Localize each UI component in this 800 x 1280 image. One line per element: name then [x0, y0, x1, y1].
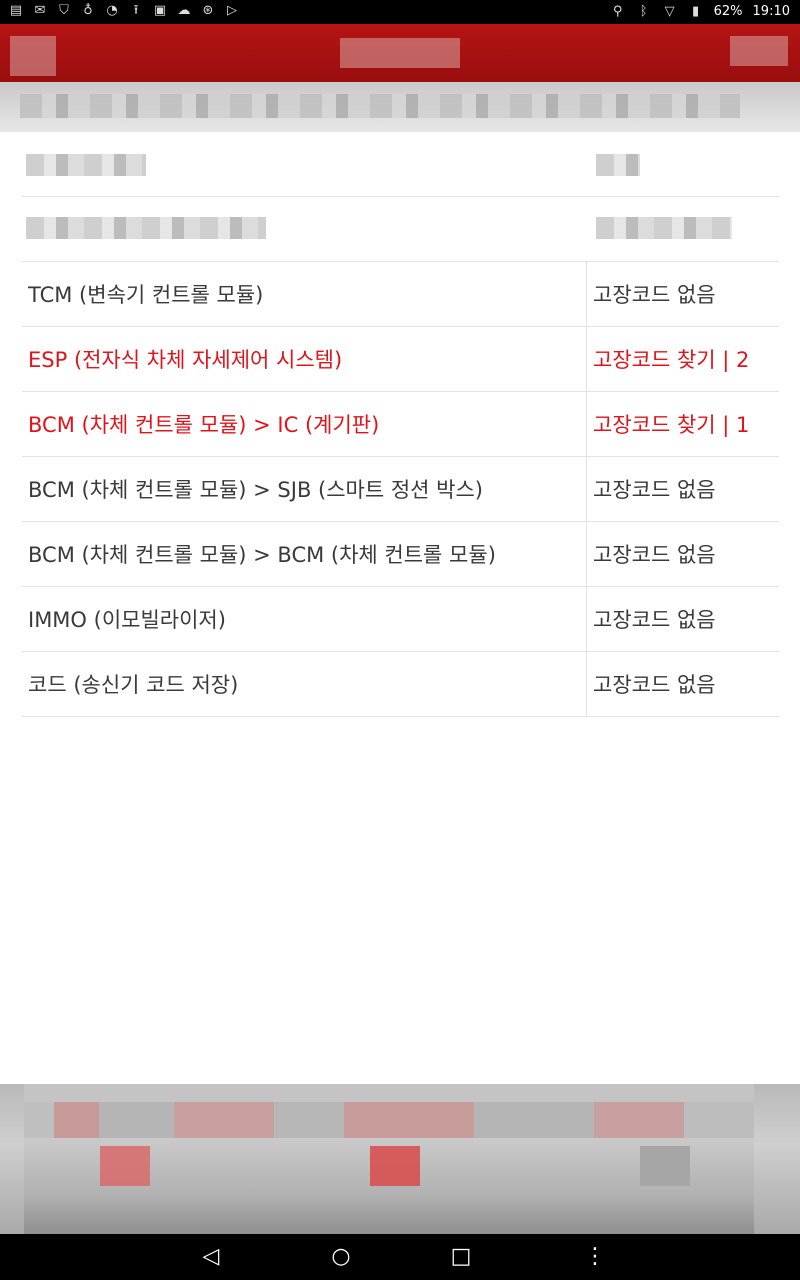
module-name: BCM (차체 컨트롤 모듈) > IC (계기판) [28, 413, 380, 437]
cloud-icon: ☁ [177, 3, 191, 18]
battery-percent: 62% [713, 4, 743, 19]
bottom-action-panel [0, 1084, 800, 1234]
wifi-signal-icon: ◔ [106, 3, 118, 18]
clock: 19:10 [752, 4, 790, 19]
fault-status: 고장코드 없음 [586, 652, 779, 716]
stethoscope-icon: ♁ [83, 3, 93, 18]
upload-icon: ⭱ [133, 3, 139, 18]
app-bar [0, 24, 800, 82]
table-row-redacted[interactable] [22, 197, 779, 262]
notes-icon: ▤ [9, 3, 23, 18]
fault-status: 고장코드 없음 [586, 262, 779, 326]
table-row[interactable]: TCM (변속기 컨트롤 모듈) 고장코드 없음 [22, 262, 779, 327]
back-icon[interactable]: ◁ [196, 1242, 226, 1272]
system-icons: ⚲ ᛒ ▽ ▮ 62% 19:10 [610, 3, 790, 21]
shield-icon: ⛉ [59, 3, 69, 18]
fault-status: 고장코드 찾기 | 2 [586, 327, 779, 391]
action-button-3[interactable] [640, 1146, 690, 1186]
play-store-icon: ▷ [227, 3, 237, 18]
module-table: TCM (변속기 컨트롤 모듈) 고장코드 없음 ESP (전자식 차체 자세제… [22, 132, 779, 717]
table-row[interactable]: BCM (차체 컨트롤 모듈) > SJB (스마트 정션 박스) 고장코드 없… [22, 457, 779, 522]
home-icon[interactable]: ○ [326, 1242, 356, 1272]
vehicle-info-redacted [20, 94, 740, 118]
table-row[interactable]: BCM (차체 컨트롤 모듈) > IC (계기판) 고장코드 찾기 | 1 [22, 392, 779, 457]
action-button-1[interactable] [100, 1146, 150, 1186]
vehicle-info-bar [0, 82, 800, 132]
module-name: 코드 (송신기 코드 저장) [28, 673, 239, 697]
module-name: BCM (차체 컨트롤 모듈) > SJB (스마트 정션 박스) [28, 478, 483, 502]
bottom-tabs-redacted [24, 1084, 754, 1102]
wifi-icon: ▽ [664, 4, 675, 19]
fault-status: 고장코드 없음 [586, 587, 779, 651]
bottom-labels-redacted [24, 1102, 754, 1138]
table-header-redacted [22, 132, 779, 197]
fault-status: 고장코드 없음 [586, 522, 779, 586]
table-row[interactable]: BCM (차체 컨트롤 모듈) > BCM (차체 컨트롤 모듈) 고장코드 없… [22, 522, 779, 587]
location-icon: ⚲ [612, 4, 623, 19]
fault-status: 고장코드 찾기 | 1 [586, 392, 779, 456]
fault-status: 고장코드 없음 [586, 457, 779, 521]
battery-icon: ▮ [692, 4, 700, 19]
table-row[interactable]: 코드 (송신기 코드 저장) 고장코드 없음 [22, 652, 779, 717]
table-row[interactable]: IMMO (이모빌라이저) 고장코드 없음 [22, 587, 779, 652]
recents-icon[interactable]: □ [446, 1242, 476, 1272]
overflow-menu-icon[interactable] [730, 36, 788, 66]
app-title-redacted [340, 38, 460, 68]
menu-icon[interactable]: ⋮ [580, 1242, 610, 1272]
module-name: TCM (변속기 컨트롤 모듈) [28, 283, 264, 307]
action-button-2[interactable] [370, 1146, 420, 1186]
module-name: ESP (전자식 차체 자세제어 시스템) [28, 348, 343, 372]
module-name: BCM (차체 컨트롤 모듈) > BCM (차체 컨트롤 모듈) [28, 543, 496, 567]
nav-drawer-icon[interactable] [10, 36, 56, 76]
table-row[interactable]: ESP (전자식 차체 자세제어 시스템) 고장코드 찾기 | 2 [22, 327, 779, 392]
status-bar: ▤ ✉ ⛉ ♁ ◔ ⭱ ▣ ☁ ⊛ ▷ ⚲ ᛒ ▽ ▮ 62% 19:10 [0, 0, 800, 24]
module-name: IMMO (이모빌라이저) [28, 608, 226, 632]
bluetooth-icon: ᛒ [639, 4, 648, 19]
image-icon: ▣ [153, 3, 167, 18]
notification-icons: ▤ ✉ ⛉ ♁ ◔ ⭱ ▣ ☁ ⊛ ▷ [8, 3, 240, 19]
bluetooth-circle-icon: ⊛ [202, 3, 214, 18]
gmail-icon: ✉ [34, 3, 46, 18]
system-nav-bar: ◁ ○ □ ⋮ [0, 1234, 800, 1280]
